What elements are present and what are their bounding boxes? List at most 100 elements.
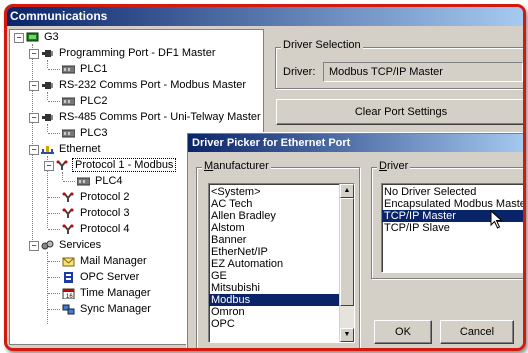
tree-item-protocol1[interactable]: Protocol 1 - Modbus (56, 158, 177, 173)
manufacturer-list-item[interactable]: Modbus (209, 294, 340, 306)
manufacturer-list-item[interactable]: GE (209, 270, 340, 282)
tree-label: PLC1 (80, 63, 108, 75)
opc-server-icon (62, 271, 75, 283)
tree-label: Ethernet (59, 143, 101, 155)
tree-connector (47, 252, 48, 324)
tree-item-sync-manager[interactable]: Sync Manager (62, 302, 153, 317)
driver-title: Driver (377, 160, 411, 172)
driver-list[interactable]: No Driver Selected Encapsulated Modbus Ma… (381, 183, 523, 273)
tree-label: Time Manager (80, 287, 151, 299)
tree-item-ethernet[interactable]: Ethernet (41, 142, 103, 157)
collapse-toggle[interactable]: − (29, 81, 39, 91)
driver-title-mnemonic: D (379, 160, 387, 172)
tree-item-rs232-port[interactable]: RS-232 Comms Port - Modbus Master (41, 78, 248, 93)
collapse-toggle[interactable]: − (14, 33, 24, 43)
tree-connector (48, 309, 60, 310)
sync-icon (62, 304, 75, 315)
calendar-icon: 16 (62, 288, 75, 300)
driver-list-item[interactable]: TCP/IP Slave (382, 222, 523, 234)
ok-button[interactable]: OK (374, 320, 432, 344)
tree-label: Protocol 2 (80, 191, 130, 203)
collapse-toggle[interactable]: − (29, 145, 39, 155)
tree-label: Programming Port - DF1 Master (59, 47, 216, 59)
tree-label: PLC2 (80, 95, 108, 107)
manufacturer-list-item[interactable]: Alstom (209, 222, 340, 234)
tree-item-plc4[interactable]: PLC4 (76, 174, 125, 189)
mouse-pointer-icon (490, 209, 504, 233)
manufacturer-list-item[interactable]: AC Tech (209, 198, 340, 210)
tree-connector (63, 181, 75, 182)
clear-port-settings-button[interactable]: Clear Port Settings (276, 99, 523, 125)
tree-label: PLC3 (80, 127, 108, 139)
manufacturer-list-item[interactable]: Allen Bradley (209, 210, 340, 222)
driver-picker-dialog: Driver Picker for Ethernet Port Manufact… (187, 133, 523, 348)
tree-item-services[interactable]: Services (41, 238, 103, 253)
tree-label: RS-232 Comms Port - Modbus Master (59, 79, 247, 91)
tree-connector (48, 277, 60, 278)
tree-item-time-manager[interactable]: 16 Time Manager (62, 286, 153, 301)
driver-list-item[interactable]: No Driver Selected (382, 186, 523, 198)
mail-icon (62, 256, 75, 267)
manufacturer-list-item[interactable]: Omron (209, 306, 340, 318)
tree-connector (48, 293, 60, 294)
driver-label: Driver: (283, 66, 316, 78)
tree-connector (48, 197, 60, 198)
tree-item-protocol2[interactable]: Protocol 2 (62, 190, 132, 205)
tree-item-protocol3[interactable]: Protocol 3 (62, 206, 132, 221)
tree-item-plc1[interactable]: PLC1 (61, 62, 110, 77)
tree-label: Mail Manager (80, 255, 147, 267)
tree-item-rs485-port[interactable]: RS-485 Comms Port - Uni-Telway Master (41, 110, 263, 125)
manufacturer-title-rest: anufacturer (213, 160, 269, 172)
manufacturer-list[interactable]: <System> AC Tech Allen Bradley Alstom Banner… (208, 183, 355, 343)
driver-list-item[interactable]: Encapsulated Modbus Master (382, 198, 523, 210)
screenshot-frame: Communications − G3 − Programming Port -… (4, 4, 526, 351)
serial-port-icon (41, 80, 54, 91)
manufacturer-list-item[interactable]: EtherNet/IP (209, 246, 340, 258)
scroll-up-button[interactable]: ▲ (340, 184, 354, 198)
driver-field: Modbus TCP/IP Master (323, 62, 523, 82)
protocol-icon (62, 191, 75, 203)
scroll-down-button[interactable]: ▼ (340, 328, 354, 342)
tree-item-plc3[interactable]: PLC3 (61, 126, 110, 141)
tree-label: Protocol 1 - Modbus (72, 158, 177, 172)
tree-item-opc-server[interactable]: OPC Server (62, 270, 141, 285)
manufacturer-list-item[interactable]: Banner (209, 234, 340, 246)
protocol-icon (56, 159, 69, 171)
manufacturer-list-item[interactable]: OPC (209, 318, 340, 330)
scroll-thumb[interactable] (340, 198, 354, 306)
tree-connector (48, 133, 60, 134)
window-title: Communications (7, 7, 523, 26)
manufacturer-title: Manufacturer (202, 160, 271, 172)
tree-connector (48, 229, 60, 230)
tree-connector (62, 172, 63, 180)
plc-device-icon (61, 128, 76, 139)
manufacturer-list-item[interactable]: EZ Automation (209, 258, 340, 270)
tree-item-mail-manager[interactable]: Mail Manager (62, 254, 149, 269)
tree-label: RS-485 Comms Port - Uni-Telway Master (59, 111, 261, 123)
tree-item-programming-port[interactable]: Programming Port - DF1 Master (41, 46, 217, 61)
tree-label: Sync Manager (80, 303, 151, 315)
manufacturer-list-item[interactable]: Mitsubishi (209, 282, 340, 294)
tree-connector (48, 69, 60, 70)
tree-item-g3[interactable]: G3 (26, 30, 61, 45)
tree-connector (48, 213, 60, 214)
tree-item-plc2[interactable]: PLC2 (61, 94, 110, 109)
tree-label: Protocol 3 (80, 207, 130, 219)
collapse-toggle[interactable]: − (29, 49, 39, 59)
manufacturer-scrollbar[interactable]: ▲ ▼ (339, 184, 354, 342)
plc-device-icon (61, 96, 76, 107)
driver-list-item[interactable]: TCP/IP Master (382, 210, 523, 222)
collapse-toggle[interactable]: − (29, 113, 39, 123)
manufacturer-list-item[interactable]: <System> (209, 186, 340, 198)
protocol-icon (62, 207, 75, 219)
tree-item-protocol4[interactable]: Protocol 4 (62, 222, 132, 237)
cancel-button[interactable]: Cancel (440, 320, 514, 344)
manufacturer-title-mnemonic: M (204, 160, 214, 172)
manufacturer-items: <System> AC Tech Allen Bradley Alstom Banner… (209, 186, 340, 330)
collapse-toggle[interactable]: − (29, 241, 39, 251)
tree-connector (48, 101, 60, 102)
plc-device-icon (76, 176, 91, 187)
tree-label: OPC Server (80, 271, 140, 283)
tree-label: Protocol 4 (80, 223, 130, 235)
collapse-toggle[interactable]: − (44, 161, 54, 171)
